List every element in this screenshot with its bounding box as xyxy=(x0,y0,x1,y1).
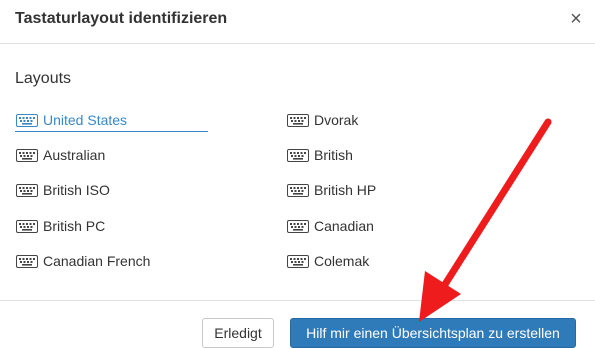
layout-item-label: British PC xyxy=(43,218,106,234)
keyboard-icon xyxy=(16,219,43,233)
layout-item-british-pc[interactable]: British PC xyxy=(16,216,105,236)
layout-item-canadian-french[interactable]: Canadian French xyxy=(16,251,150,271)
layout-item-label: Dvorak xyxy=(314,112,359,128)
dialog-title: Tastaturlayout identifizieren xyxy=(15,10,228,27)
layout-item-label: Canadian French xyxy=(43,253,151,269)
layout-item-label: British xyxy=(314,147,353,163)
close-icon[interactable]: × xyxy=(566,8,586,30)
layout-item-british-iso[interactable]: British ISO xyxy=(16,180,110,200)
layout-item-united-states[interactable]: United States xyxy=(16,110,127,130)
keyboard-layout-dialog: Tastaturlayout identifizieren × Layouts … xyxy=(0,0,595,348)
layout-item-british[interactable]: British xyxy=(287,145,353,165)
keyboard-icon xyxy=(287,183,314,197)
footer-divider xyxy=(0,300,595,301)
dialog-header: Tastaturlayout identifizieren × xyxy=(0,0,595,44)
layout-item-dvorak[interactable]: Dvorak xyxy=(287,110,358,130)
keyboard-icon xyxy=(287,219,314,233)
layout-item-label: United States xyxy=(43,112,128,128)
keyboard-icon xyxy=(16,113,43,127)
keyboard-icon xyxy=(16,148,43,162)
layout-item-label: British ISO xyxy=(43,182,110,198)
layout-item-label: British HP xyxy=(314,182,377,198)
layouts-section-label: Layouts xyxy=(15,70,72,87)
keyboard-icon xyxy=(287,148,314,162)
selected-layout-underline xyxy=(15,131,208,132)
layout-item-label: Canadian xyxy=(314,218,374,234)
keyboard-icon xyxy=(16,183,43,197)
layout-item-label: Australian xyxy=(43,147,106,163)
layout-item-british-hp[interactable]: British HP xyxy=(287,180,376,200)
layout-item-label: Colemak xyxy=(314,253,370,269)
layout-item-australian[interactable]: Australian xyxy=(16,145,105,165)
layout-item-canadian[interactable]: Canadian xyxy=(287,216,374,236)
keyboard-icon xyxy=(287,113,314,127)
done-button[interactable]: Erledigt xyxy=(202,318,274,348)
layout-item-colemak[interactable]: Colemak xyxy=(287,251,369,271)
help-create-overview-button[interactable]: Hilf mir einen Übersichtsplan zu erstell… xyxy=(290,318,576,348)
keyboard-icon xyxy=(16,254,43,268)
keyboard-icon xyxy=(287,254,314,268)
